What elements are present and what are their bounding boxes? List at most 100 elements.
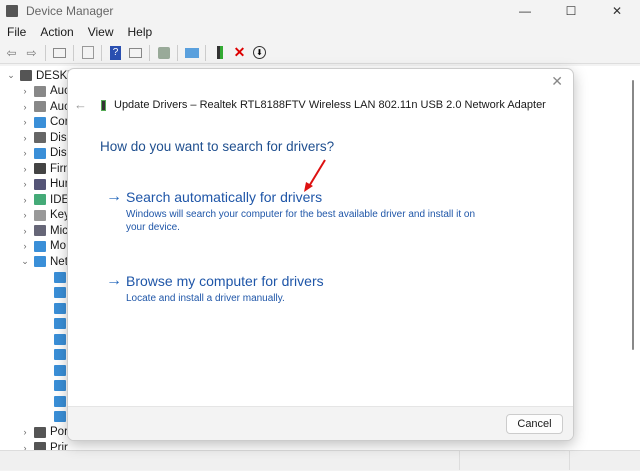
- device-category-icon: [34, 240, 46, 252]
- device-category-icon: [54, 411, 66, 422]
- device-category-icon: [54, 302, 66, 314]
- device-category-icon: [34, 178, 46, 190]
- tree-item[interactable]: › Firn: [20, 161, 70, 176]
- scan-hardware-icon[interactable]: [155, 44, 172, 61]
- cancel-button[interactable]: Cancel: [506, 414, 563, 434]
- device-category-icon: [54, 395, 66, 407]
- help-icon[interactable]: ?: [107, 44, 124, 61]
- chevron-right-icon[interactable]: ›: [20, 133, 30, 143]
- network-adapter-item[interactable]: [40, 316, 70, 331]
- option-description: Windows will search your computer for th…: [126, 209, 476, 233]
- menu-action[interactable]: Action: [33, 25, 80, 39]
- chevron-right-icon[interactable]: ›: [20, 195, 30, 205]
- network-adapter-item[interactable]: [40, 347, 70, 362]
- menu-help[interactable]: Help: [121, 25, 160, 39]
- device-category-icon: [54, 318, 66, 329]
- tree-item[interactable]: › Hur: [20, 177, 69, 192]
- scrollbar[interactable]: [632, 80, 634, 350]
- tree-item[interactable]: › Disl: [20, 130, 70, 145]
- chevron-right-icon[interactable]: ›: [20, 427, 30, 437]
- chevron-right-icon[interactable]: ›: [20, 241, 30, 251]
- dialog-title: Update Drivers – Realtek RTL8188FTV Wire…: [114, 99, 546, 111]
- title-bar: Device Manager — ☐ ✕: [0, 0, 640, 22]
- tree-item[interactable]: › Auc: [20, 99, 70, 114]
- chevron-down-icon[interactable]: ⌄: [20, 256, 30, 267]
- network-adapter-item[interactable]: [40, 409, 70, 424]
- forward-icon[interactable]: ⇨: [23, 44, 40, 61]
- tree-item-label: Hur: [50, 178, 69, 190]
- device-category-icon: [20, 70, 32, 81]
- minimize-button[interactable]: —: [502, 0, 548, 22]
- separator: [73, 44, 74, 61]
- chevron-right-icon[interactable]: ›: [20, 148, 30, 158]
- dialog-close-button[interactable]: ✕: [551, 73, 563, 90]
- search-automatically-option[interactable]: → Search automatically for drivers Windo…: [106, 189, 496, 234]
- browse-computer-option[interactable]: → Browse my computer for drivers Locate …: [106, 273, 496, 305]
- tree-item[interactable]: › Key: [20, 208, 70, 223]
- action-pane-icon[interactable]: [127, 44, 144, 61]
- option-heading[interactable]: Browse my computer for drivers: [126, 273, 496, 289]
- network-adapter-item[interactable]: [40, 363, 70, 378]
- chevron-right-icon[interactable]: ›: [20, 179, 30, 189]
- device-category-icon: [34, 163, 46, 174]
- device-category-icon: [54, 287, 66, 298]
- tree-item[interactable]: › Auc: [20, 84, 70, 99]
- chevron-right-icon[interactable]: ›: [20, 86, 30, 96]
- tree-item[interactable]: › Mic: [20, 223, 68, 238]
- uninstall-icon[interactable]: ✕: [231, 44, 248, 61]
- separator: [101, 44, 102, 61]
- chevron-right-icon[interactable]: ›: [20, 117, 30, 127]
- network-adapter-item[interactable]: [40, 394, 70, 409]
- device-category-icon: [34, 147, 46, 159]
- device-category-icon: [34, 116, 46, 128]
- network-adapter-item[interactable]: [40, 332, 70, 347]
- chevron-down-icon[interactable]: ⌄: [6, 70, 16, 81]
- toolbar: ⇦ ⇨ ? ✕ ⬇: [0, 42, 640, 64]
- device-category-icon: [34, 426, 46, 438]
- device-category-icon: [34, 85, 46, 97]
- network-adapter-item[interactable]: [40, 301, 70, 316]
- tree-item-label: Net: [50, 255, 68, 268]
- maximize-button[interactable]: ☐: [548, 0, 594, 22]
- network-adapter-item[interactable]: [40, 285, 70, 300]
- separator: [149, 44, 150, 61]
- back-icon[interactable]: ⇦: [3, 44, 20, 61]
- red-annotation-arrow-icon: [304, 159, 326, 192]
- device-category-icon: [54, 380, 66, 391]
- chevron-right-icon[interactable]: ›: [20, 164, 30, 174]
- device-category-icon: [54, 364, 66, 376]
- separator: [45, 44, 46, 61]
- tree-item[interactable]: › Disp: [20, 146, 74, 161]
- properties-icon[interactable]: [79, 44, 96, 61]
- tree-item[interactable]: › Mo: [20, 239, 66, 254]
- option-description: Locate and install a driver manually.: [126, 293, 285, 304]
- window-title: Device Manager: [26, 4, 114, 18]
- tree-item[interactable]: › IDE: [20, 192, 70, 207]
- dialog-question: How do you want to search for drivers?: [100, 139, 335, 154]
- tree-item-label: Mo: [50, 240, 66, 252]
- chevron-right-icon[interactable]: ›: [20, 210, 30, 220]
- back-arrow-icon[interactable]: ←: [74, 97, 87, 112]
- close-window-button[interactable]: ✕: [594, 0, 640, 22]
- chevron-right-icon[interactable]: ›: [20, 102, 30, 112]
- menu-file[interactable]: File: [0, 25, 33, 39]
- dialog-header: Update Drivers – Realtek RTL8188FTV Wire…: [101, 99, 546, 111]
- chevron-right-icon[interactable]: ›: [20, 226, 30, 236]
- tree-item-network-adapters[interactable]: ⌄ Net: [20, 254, 68, 269]
- menu-view[interactable]: View: [81, 25, 121, 39]
- tree-item[interactable]: › Por: [20, 425, 68, 440]
- arrow-right-icon: →: [106, 272, 122, 289]
- tree-item[interactable]: › Cor: [20, 115, 69, 130]
- device-category-icon: [34, 225, 46, 236]
- menu-bar: File Action View Help: [0, 23, 159, 41]
- show-hide-console-tree-icon[interactable]: [51, 44, 68, 61]
- network-adapter-item[interactable]: [40, 270, 70, 285]
- network-adapter-icon: [101, 99, 106, 111]
- device-category-icon: [54, 271, 66, 283]
- network-adapter-item[interactable]: [40, 378, 70, 393]
- tree-item-label: Por: [50, 426, 68, 438]
- update-driver-icon[interactable]: [211, 44, 228, 61]
- download-icon[interactable]: ⬇: [251, 44, 268, 61]
- device-category-icon: [34, 209, 46, 221]
- monitor-icon[interactable]: [183, 44, 200, 61]
